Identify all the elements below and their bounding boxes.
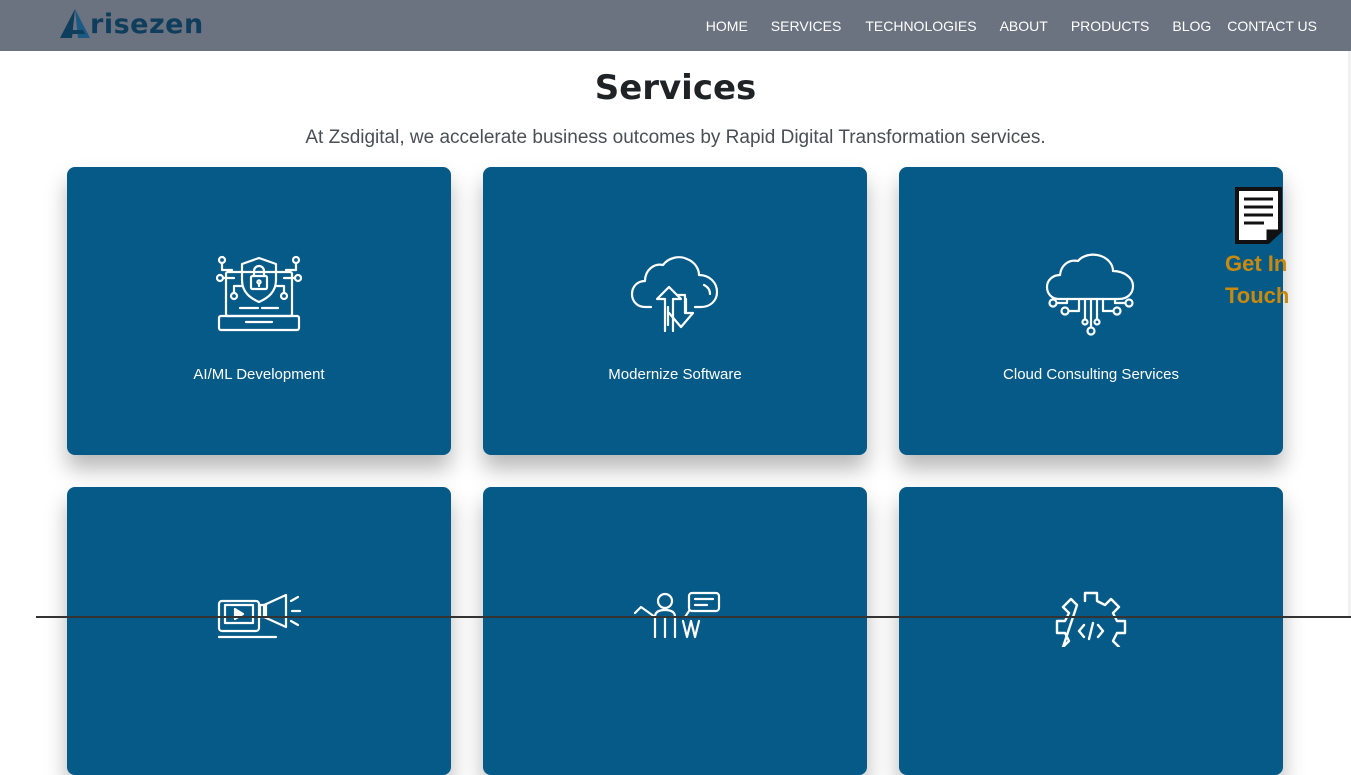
secure-laptop-icon (67, 245, 451, 345)
site-logo[interactable]: risezen (58, 6, 204, 42)
document-icon (1235, 187, 1282, 244)
nav-products[interactable]: PRODUCTS (1071, 18, 1150, 34)
nav-contact-us[interactable]: CONTACT US (1227, 18, 1317, 34)
nav-services[interactable]: SERVICES (771, 18, 842, 34)
service-card-5[interactable] (483, 487, 867, 775)
nav-home[interactable]: HOME (706, 18, 748, 34)
service-card-6[interactable] (899, 487, 1283, 775)
triangle-a-logo-icon (60, 9, 90, 38)
nav-technologies[interactable]: TECHNOLOGIES (865, 18, 976, 34)
get-in-touch-label: Get In Touch (1225, 251, 1290, 308)
brand-name: risezen (90, 8, 204, 40)
service-card-label: AI/ML Development (193, 366, 325, 383)
service-card-label: Cloud Consulting Services (1003, 366, 1179, 383)
section-subtitle: At Zsdigital, we accelerate business out… (305, 127, 1046, 148)
nav-about[interactable]: ABOUT (1000, 18, 1048, 34)
main-nav: HOME SERVICES TECHNOLOGIES ABOUT PRODUCT… (683, 0, 1317, 51)
service-card-ai-ml[interactable]: AI/ML Development (67, 167, 451, 455)
top-navbar: risezen HOME SERVICES TECHNOLOGIES ABOUT… (0, 0, 1351, 51)
get-in-touch-button[interactable]: Get In Touch (1222, 186, 1302, 312)
service-card-4[interactable] (67, 487, 451, 775)
service-card-modernize-software[interactable]: Modernize Software (483, 167, 867, 455)
nav-blog[interactable]: BLOG (1172, 18, 1211, 34)
section-title: Services (594, 68, 757, 108)
service-card-label: Modernize Software (608, 366, 742, 383)
cloud-transfer-icon (483, 245, 867, 345)
